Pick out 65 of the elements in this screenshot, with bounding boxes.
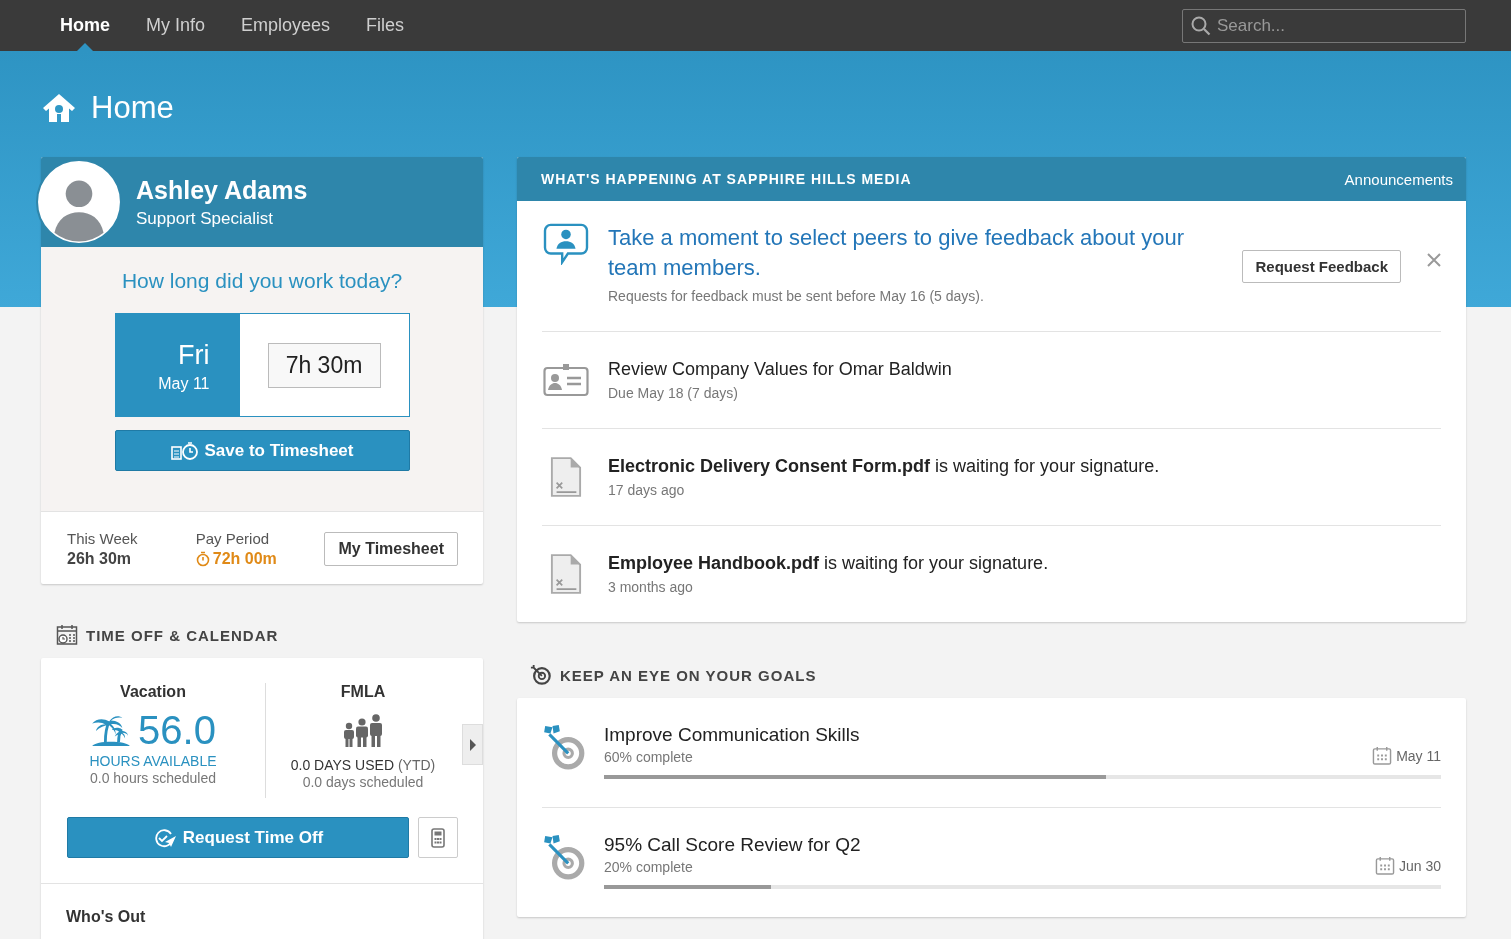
announcement-title: Take a moment to select peers to give feedback about your team members. xyxy=(608,224,1185,282)
announcement-title: Employee Handbook.pdf is waiting for your signature. xyxy=(608,553,1050,574)
whos-out-heading: Who's Out xyxy=(41,883,483,939)
stat-value: 72h 00m xyxy=(212,550,277,568)
home-icon xyxy=(41,92,77,124)
stat-label: Pay Period xyxy=(195,530,271,547)
section-heading: KEEP AN EYE ON YOUR GOALS xyxy=(560,666,817,684)
target-icon xyxy=(530,664,552,686)
days-used-text: 0.0 DAYS USED (YTD) xyxy=(290,757,436,773)
search-icon xyxy=(1191,15,1211,36)
calendar-icon xyxy=(1374,856,1395,875)
close-icon xyxy=(1427,253,1441,267)
request-feedback-button[interactable]: Request Feedback xyxy=(1242,250,1401,283)
nav-tab[interactable]: My Info xyxy=(128,0,224,51)
nav-tab[interactable]: Files xyxy=(348,0,423,51)
my-timesheet-button[interactable]: My Timesheet xyxy=(324,532,458,566)
announcements-link[interactable]: Announcements xyxy=(1344,170,1453,188)
card-heading: WHAT'S HAPPENING AT SAPPHIRE HILLS MEDIA xyxy=(541,171,912,187)
page-title: Home xyxy=(91,90,174,126)
goal-title: Improve Communication Skills xyxy=(604,724,860,746)
stopwatch-icon xyxy=(195,551,210,567)
job-title: Support Specialist xyxy=(136,208,275,229)
caret-icon xyxy=(469,738,476,751)
hours-available-label: HOURS AVAILABLE xyxy=(89,753,217,769)
id-card-icon xyxy=(543,363,589,397)
hours-input[interactable]: 7h 30m xyxy=(267,342,381,388)
goal-due-date: May 11 xyxy=(1396,747,1441,764)
calendar-icon xyxy=(1372,746,1393,765)
scheduled-text: 0.0 days scheduled xyxy=(302,774,424,790)
day-date: May 11 xyxy=(157,375,210,393)
timesheet-clock-icon xyxy=(170,440,199,461)
goal-title: 95% Call Score Review for Q2 xyxy=(604,834,861,856)
balance-name: FMLA xyxy=(340,683,386,701)
goal-due-date: Jun 30 xyxy=(1398,857,1441,874)
employee-name: Ashley Adams xyxy=(136,175,308,205)
goal-progress-text: 60% complete xyxy=(604,749,694,765)
stat-value: 26h 30m xyxy=(67,550,133,568)
hours-available-amount: 56.0 xyxy=(138,707,216,753)
nav-tab[interactable]: Employees xyxy=(223,0,349,51)
family-icon xyxy=(342,713,384,747)
calculator-icon xyxy=(431,827,445,848)
document-icon xyxy=(550,456,582,498)
balance-name: Vacation xyxy=(120,683,186,701)
stat-label: This Week xyxy=(67,530,139,547)
next-arrow-button[interactable] xyxy=(462,724,483,765)
search-field[interactable]: Search... xyxy=(1182,8,1466,43)
announcement-note: Requests for feedback must be sent before May 16 (5 days). xyxy=(608,288,985,304)
section-heading: TIME OFF & CALENDAR xyxy=(86,626,279,644)
day-name: Fri xyxy=(177,340,210,371)
goal-progress-text: 20% complete xyxy=(604,859,694,875)
scheduled-text: 0.0 hours scheduled xyxy=(89,770,217,786)
announcement-note: 17 days ago xyxy=(608,482,686,498)
nav-tab[interactable]: Home xyxy=(42,0,128,51)
save-to-timesheet-button[interactable]: Save to Timesheet xyxy=(114,430,410,471)
announcement-note: Due May 18 (7 days) xyxy=(608,385,739,401)
request-time-off-button[interactable]: Request Time Off xyxy=(67,817,409,858)
announcement-title: Electronic Delivery Consent Form.pdf is waiting for your signature. xyxy=(608,456,1161,477)
calendar-clock-icon xyxy=(56,624,78,646)
announcement-note: 3 months ago xyxy=(608,579,694,595)
document-icon xyxy=(550,553,582,595)
plane-check-icon xyxy=(152,827,177,848)
feedback-bubble-icon xyxy=(543,223,589,265)
announcement-title: Review Company Values for Omar Baldwin xyxy=(608,359,953,380)
calculator-button[interactable] xyxy=(418,817,458,858)
question-text: How long did you work today? xyxy=(121,269,403,293)
